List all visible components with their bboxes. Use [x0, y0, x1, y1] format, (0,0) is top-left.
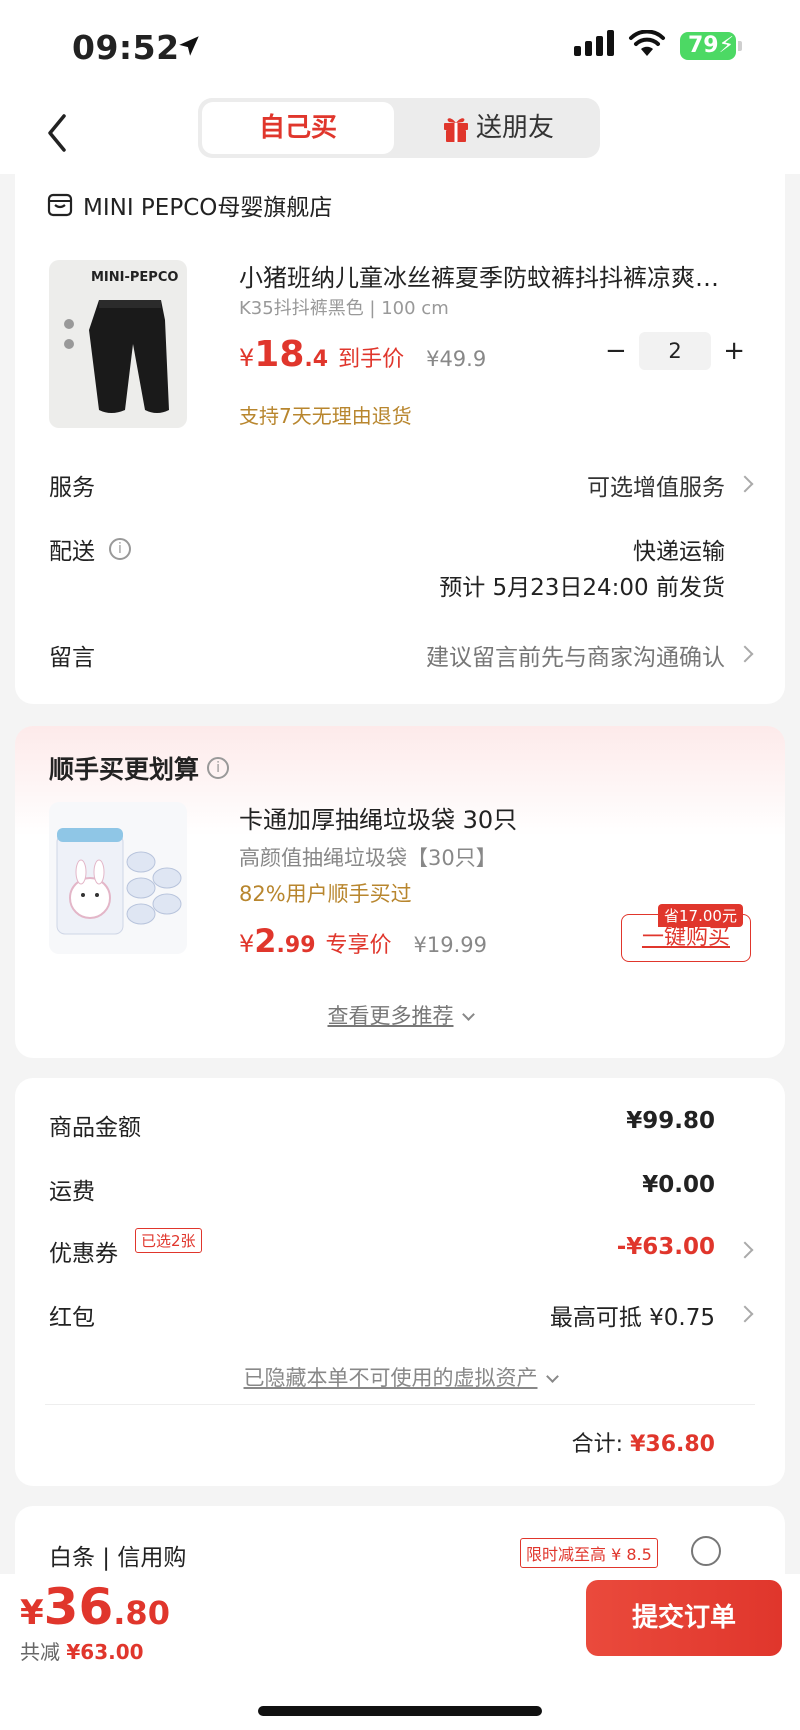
divider	[45, 1404, 755, 1405]
total-row: 合计: ¥36.80	[572, 1426, 715, 1458]
battery-cap	[738, 41, 742, 51]
coupon-label: 优惠券	[49, 1241, 118, 1267]
goods-amount-label: 商品金额	[49, 1115, 141, 1141]
store-header[interactable]: MINI PEPCO母婴旗舰店	[47, 188, 332, 222]
recommend-item-popularity: 82%用户顺手买过	[239, 882, 412, 906]
price-integer: 18	[254, 334, 305, 375]
info-icon[interactable]: i	[207, 757, 230, 779]
price-decimal: .99	[276, 933, 316, 958]
recommend-title-row: 顺手买更划算 i	[49, 750, 230, 786]
see-more-label: 查看更多推荐	[327, 1004, 454, 1028]
recommend-price-row: ¥ 2 .99 专享价 ¥19.99	[239, 922, 487, 960]
coupon-selected-badge: 已选2张	[135, 1228, 202, 1253]
discount-label: 共减	[20, 1640, 60, 1664]
chevron-right-icon[interactable]	[736, 475, 754, 493]
return-policy: 支持7天无理由退货	[239, 404, 412, 428]
info-icon[interactable]: i	[109, 538, 131, 560]
status-time: 09:52	[72, 28, 180, 67]
price-currency: ¥	[239, 930, 255, 958]
note-input[interactable]: 建议留言前先与商家沟通确认	[426, 638, 725, 672]
total-currency: ¥	[20, 1593, 44, 1633]
back-arrow-icon[interactable]	[42, 108, 72, 158]
gift-icon	[444, 118, 468, 142]
delivery-method: 快递运输	[633, 539, 725, 565]
chevron-right-icon[interactable]	[736, 645, 754, 663]
chevron-right-icon[interactable]	[736, 1305, 754, 1323]
total-label: 合计:	[571, 1432, 624, 1457]
price-summary-card: 商品金额 ¥99.80 运费 ¥0.00 优惠券 已选2张 -¥63.00 红包…	[15, 1078, 785, 1486]
recommend-item-image[interactable]	[49, 802, 187, 954]
quantity-input[interactable]: 2	[639, 332, 711, 370]
product-sku[interactable]: K35抖抖裤黑色 | 100 cm	[239, 294, 449, 320]
payment-radio[interactable]	[691, 1536, 721, 1566]
product-price-row: ¥ 18 .4 到手价 ¥49.9	[239, 334, 486, 375]
savings-badge: 省17.00元	[658, 904, 743, 927]
purchase-mode-switch: 自己买 送朋友	[198, 98, 600, 158]
red-packet-label: 红包	[49, 1305, 95, 1331]
home-indicator	[258, 1706, 542, 1716]
recommend-card: 顺手买更划算 i 卡通加厚抽绳垃圾袋 30只 高颜值抽绳垃圾袋【30只】 82%…	[15, 726, 785, 1058]
payment-method-label: 白条 | 信用购	[49, 1545, 187, 1571]
chevron-down-icon	[461, 1008, 475, 1021]
total-discount: 共减 ¥63.00	[20, 1636, 144, 1665]
payment-promo-badge: 限时减至高 ¥ 8.5	[520, 1538, 658, 1568]
battery-indicator: 79⚡	[680, 32, 736, 60]
order-card: MINI PEPCO母婴旗舰店 MINI-PEPCO 小猪班纳儿童冰丝裤夏季防蚊…	[15, 166, 785, 704]
original-price: ¥49.9	[426, 347, 487, 371]
recommend-title: 顺手买更划算	[49, 755, 200, 784]
checkout-total: ¥ 36 .80	[20, 1578, 170, 1636]
see-more-recommendations[interactable]: 查看更多推荐	[15, 1000, 785, 1030]
price-tag: 专享价	[325, 933, 392, 958]
battery-level: 79	[688, 33, 719, 58]
chevron-right-icon[interactable]	[736, 1241, 754, 1259]
total-value: ¥36.80	[630, 1432, 715, 1457]
price-integer: 2	[254, 922, 277, 960]
service-value[interactable]: 可选增值服务	[587, 468, 725, 502]
chevron-down-icon	[545, 1370, 559, 1383]
checkout-bar: ¥ 36 .80 共减 ¥63.00 提交订单	[0, 1574, 800, 1730]
shipping-label: 运费	[49, 1179, 95, 1205]
store-icon	[47, 193, 73, 217]
price-decimal: .4	[304, 347, 329, 372]
cellular-signal-icon	[574, 30, 614, 56]
location-arrow-icon	[179, 36, 199, 56]
shipping-value: ¥0.00	[642, 1172, 715, 1198]
goods-amount-value: ¥99.80	[626, 1108, 715, 1134]
tab-gift-to-friend[interactable]: 送朋友	[476, 98, 554, 158]
quantity-stepper: − 2 +	[605, 332, 745, 370]
wifi-icon	[629, 30, 665, 56]
recommend-item-name[interactable]: 卡通加厚抽绳垃圾袋 30只	[239, 800, 517, 835]
red-packet-value[interactable]: 最高可抵 ¥0.75	[550, 1298, 715, 1332]
decrease-button[interactable]: −	[605, 336, 627, 366]
store-name: MINI PEPCO母婴旗舰店	[83, 195, 333, 221]
coupon-value[interactable]: -¥63.00	[617, 1234, 715, 1260]
hidden-assets-toggle[interactable]: 已隐藏本单不可使用的虚拟资产	[15, 1362, 785, 1392]
delivery-eta: 预计 5月23日24:00 前发货	[439, 575, 725, 601]
submit-order-button[interactable]: 提交订单	[586, 1580, 782, 1656]
delivery-label: 配送	[49, 539, 95, 565]
service-label: 服务	[49, 475, 95, 501]
status-bar: 09:52 79⚡	[0, 0, 800, 96]
note-label: 留言	[49, 645, 95, 671]
pants-picture	[64, 300, 169, 413]
trash-bag-rolls-picture	[56, 828, 182, 935]
delivery-row: 配送 i	[49, 532, 131, 566]
increase-button[interactable]: +	[723, 336, 745, 366]
product-title[interactable]: 小猪班纳儿童冰丝裤夏季防蚊裤抖抖裤凉爽…	[239, 258, 759, 293]
recommend-item-sub: 高颜值抽绳垃圾袋【30只】	[239, 846, 497, 870]
discount-value: ¥63.00	[66, 1640, 144, 1664]
original-price: ¥19.99	[413, 933, 488, 957]
hidden-assets-label: 已隐藏本单不可使用的虚拟资产	[243, 1366, 538, 1390]
price-currency: ¥	[239, 344, 255, 372]
tab-buy-for-self[interactable]: 自己买	[202, 102, 394, 154]
price-tag: 到手价	[338, 347, 405, 372]
total-integer: 36	[43, 1578, 114, 1636]
charging-bolt-icon: ⚡	[718, 33, 735, 58]
total-decimal: .80	[113, 1594, 170, 1632]
product-image[interactable]: MINI-PEPCO	[49, 260, 187, 428]
top-navigation: 自己买 送朋友	[0, 96, 800, 174]
